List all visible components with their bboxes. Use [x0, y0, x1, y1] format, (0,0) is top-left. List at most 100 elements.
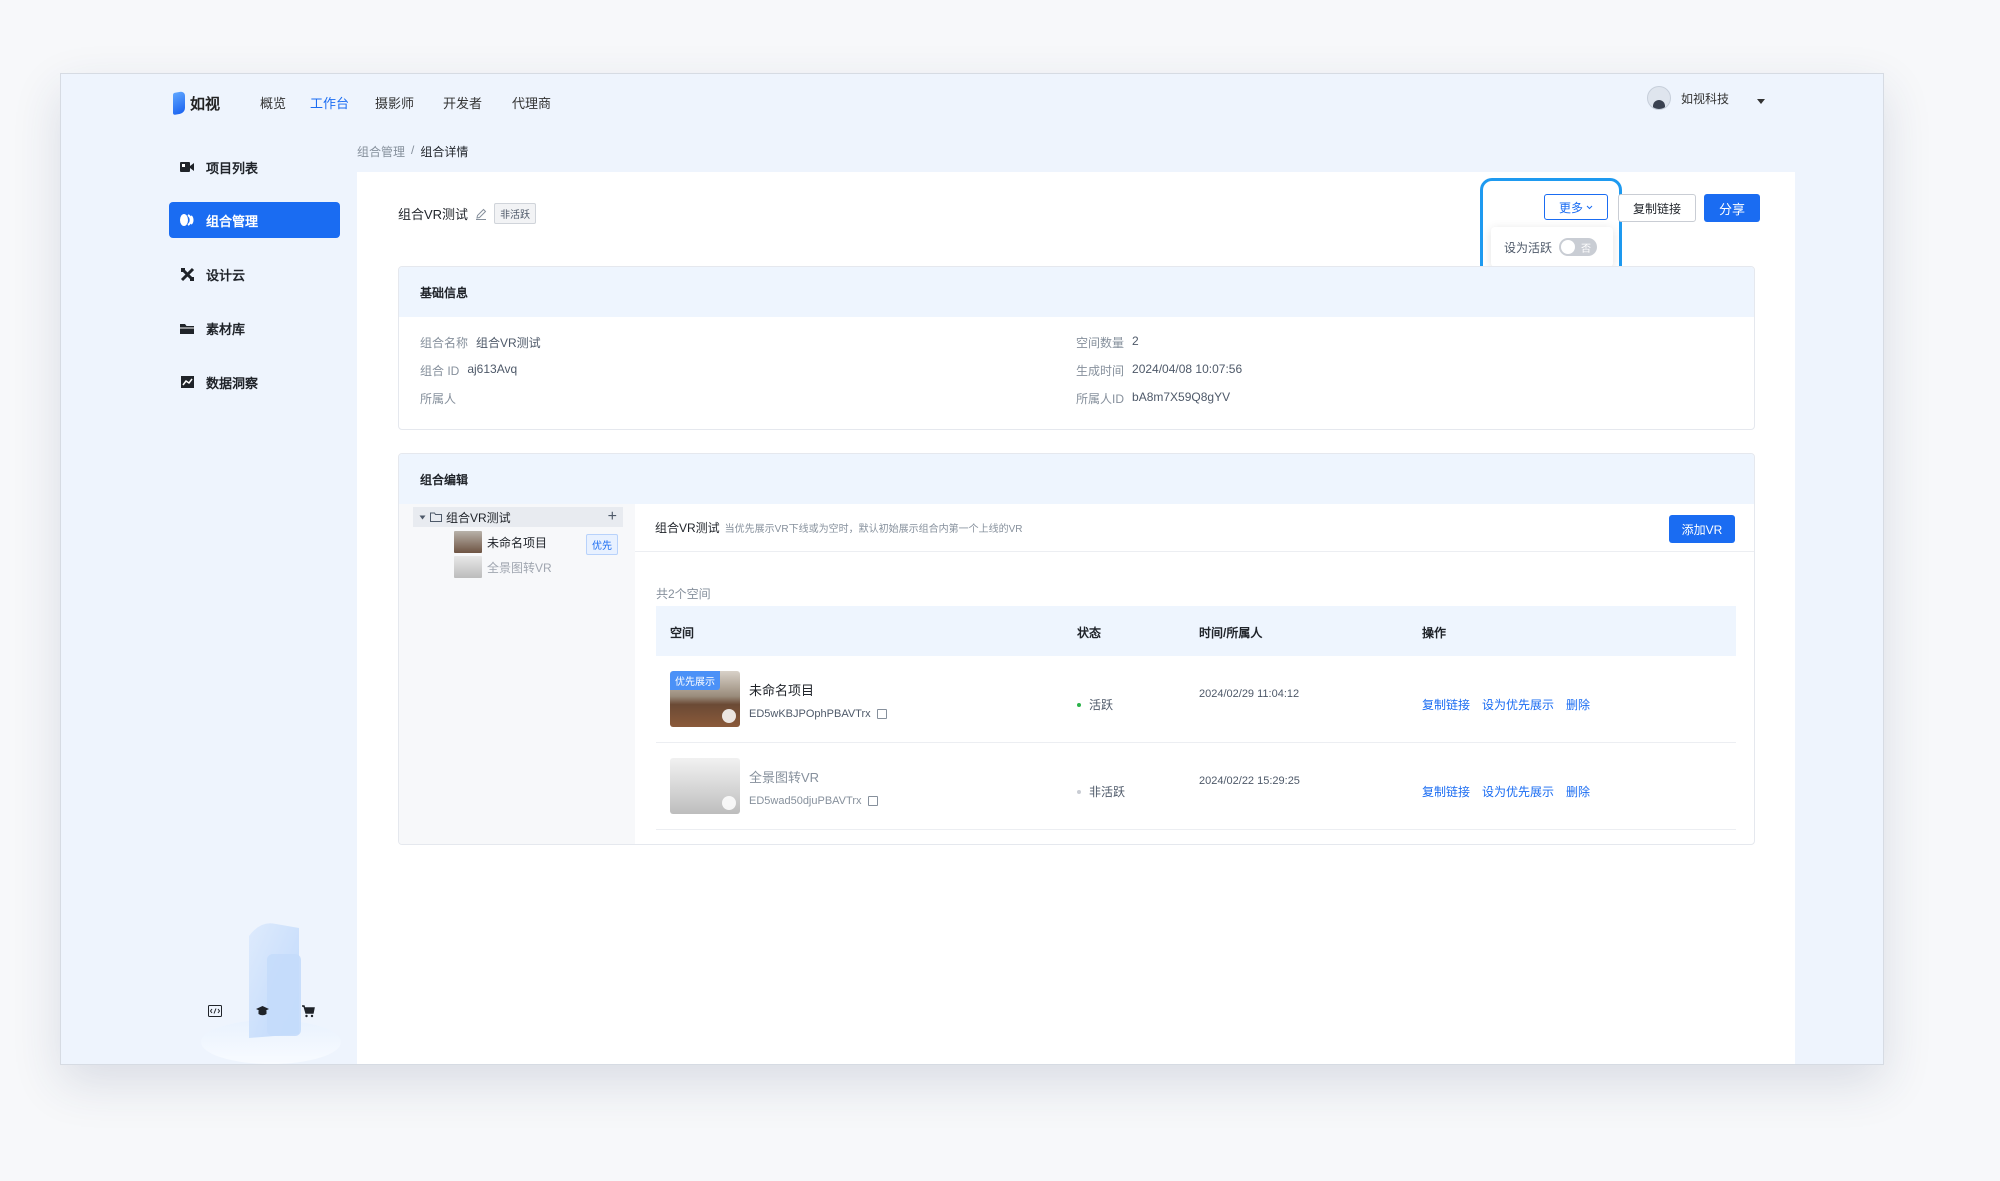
- status-text: 非活跃: [1089, 785, 1126, 799]
- status-cell: 非活跃: [1077, 783, 1125, 800]
- column-header-actions: 操作: [1422, 626, 1447, 640]
- sidebar-item-label: 设计云: [206, 267, 246, 283]
- code-icon[interactable]: [206, 1002, 224, 1020]
- copy-link-button[interactable]: 复制链接: [1618, 194, 1696, 222]
- design-tools-icon: [179, 266, 195, 282]
- status-text: 活跃: [1089, 698, 1114, 712]
- chart-icon: [179, 374, 195, 390]
- tree-child-item[interactable]: 全景图转VR: [454, 556, 552, 578]
- breadcrumb-parent[interactable]: 组合管理: [357, 143, 405, 160]
- set-priority-action[interactable]: 设为优先展示: [1482, 696, 1554, 713]
- breadcrumb-separator: /: [411, 143, 415, 157]
- set-priority-action[interactable]: 设为优先展示: [1482, 783, 1554, 800]
- space-table: 空间 状态 时间/所属人 操作 优先展示 未命名项目 ED5wKBJPOphPB…: [656, 606, 1736, 830]
- share-button[interactable]: 分享: [1704, 194, 1760, 222]
- sidebar-decoration-illustration: [201, 923, 341, 1064]
- space-name: 未命名项目: [749, 683, 815, 698]
- basic-info-card: 基础信息 组合名称 组合VR测试 组合 ID aj613Avq 所属人 空间数量 2 …: [398, 266, 1755, 430]
- sidebar-item-data-insight[interactable]: 数据洞察: [169, 364, 340, 400]
- add-icon[interactable]: +: [608, 507, 617, 527]
- status-badge: 非活跃: [494, 203, 537, 224]
- status-dot-icon: [1077, 789, 1081, 794]
- row-actions: 复制链接 设为优先展示 删除: [1422, 696, 1590, 713]
- info-owner-id: 所属人ID bA8m7X59Q8gYV: [1076, 390, 1231, 406]
- nav-item-developer[interactable]: 开发者: [443, 93, 482, 112]
- tree-child-label: 未命名项目: [487, 535, 548, 550]
- nav-item-photographer[interactable]: 摄影师: [375, 93, 414, 112]
- table-row: 优先展示 未命名项目 ED5wKBJPOphPBAVTrx 活跃 2024/02…: [656, 656, 1736, 743]
- chevron-down-icon: [1757, 98, 1765, 104]
- tree-child-label: 全景图转VR: [487, 560, 552, 575]
- space-id: ED5wad50djuPBAVTrx: [749, 795, 878, 807]
- tree-thumbnail: [454, 531, 482, 553]
- space-count-text: 共2个空间: [656, 587, 711, 601]
- status-cell: 活跃: [1077, 696, 1113, 713]
- main-panel: 组合VR测试 非活跃 更多 复制链接 分享 设为活跃 否 基础信息 组合名称 组合…: [357, 172, 1795, 1064]
- info-space-count: 空间数量 2: [1076, 334, 1139, 350]
- sidebar-item-label: 数据洞察: [206, 375, 259, 391]
- more-button[interactable]: 更多: [1544, 194, 1608, 220]
- logo[interactable]: 如视: [173, 90, 220, 116]
- user-menu[interactable]: 如视科技: [1646, 86, 1765, 110]
- set-active-label: 设为活跃: [1504, 240, 1553, 255]
- cart-icon[interactable]: [299, 1002, 317, 1020]
- folder-icon: [179, 320, 195, 336]
- edit-panel-title: 组合VR测试: [655, 521, 720, 535]
- vr-tree: 组合VR测试 + 未命名项目 优先 全景图转VR: [399, 504, 635, 844]
- basic-info-title: 基础信息: [399, 267, 1754, 317]
- edit-panel-header: 组合VR测试 当优先展示VR下线或为空时，默认初始展示组合内第一个上线的VR 添…: [635, 504, 1754, 552]
- tree-root-item[interactable]: 组合VR测试 +: [413, 507, 623, 527]
- sidebar-item-design-cloud[interactable]: 设计云: [169, 256, 340, 292]
- tree-thumbnail: [454, 556, 482, 578]
- table-header: 空间 状态 时间/所属人 操作: [656, 606, 1736, 656]
- tree-root-label: 组合VR测试: [446, 510, 511, 525]
- delete-action[interactable]: 删除: [1566, 696, 1590, 713]
- app-window: 如视 概览 工作台 摄影师 开发者 代理商 如视科技 项目列表 组合管理 设计云: [60, 73, 1884, 1065]
- vr-icon: [722, 709, 736, 723]
- edit-icon[interactable]: [474, 207, 488, 221]
- add-vr-button[interactable]: 添加VR: [1669, 515, 1735, 543]
- copy-icon[interactable]: [876, 709, 887, 719]
- folder-icon: [430, 512, 442, 522]
- column-header-time-owner: 时间/所属人: [1199, 626, 1263, 640]
- space-thumbnail[interactable]: 优先展示: [670, 671, 740, 727]
- table-row: 全景图转VR ED5wad50djuPBAVTrx 非活跃 2024/02/22…: [656, 743, 1736, 830]
- combine-edit-card: 组合编辑 组合VR测试 + 未命名项目 优先 全景图转VR 组合VR测试 当优先…: [398, 453, 1755, 845]
- column-header-space: 空间: [670, 626, 695, 640]
- sidebar-item-project-list[interactable]: 项目列表: [169, 149, 340, 185]
- toggle-text: 否: [1581, 244, 1592, 255]
- vr-icon: [722, 796, 736, 810]
- time-text: 2024/02/22 15:29:25: [1199, 775, 1300, 787]
- delete-action[interactable]: 删除: [1566, 783, 1590, 800]
- tree-child-item[interactable]: 未命名项目: [454, 531, 547, 553]
- priority-badge: 优先: [586, 534, 618, 555]
- video-icon: [179, 159, 195, 175]
- caret-down-icon[interactable]: [419, 515, 426, 520]
- edit-panel-hint: 当优先展示VR下线或为空时，默认初始展示组合内第一个上线的VR: [724, 524, 1023, 535]
- copy-link-action[interactable]: 复制链接: [1422, 696, 1470, 713]
- breadcrumb-current: 组合详情: [420, 145, 469, 159]
- graduation-cap-icon[interactable]: [253, 1002, 271, 1020]
- more-button-label: 更多: [1558, 200, 1583, 215]
- combine-edit-title: 组合编辑: [399, 454, 1754, 504]
- copy-link-action[interactable]: 复制链接: [1422, 783, 1470, 800]
- nav-item-workbench[interactable]: 工作台: [310, 93, 349, 112]
- row-actions: 复制链接 设为优先展示 删除: [1422, 783, 1590, 800]
- info-group-id: 组合 ID aj613Avq: [420, 362, 518, 378]
- avatar: [1646, 86, 1671, 110]
- space-id: ED5wKBJPOphPBAVTrx: [749, 708, 887, 720]
- page-title: 组合VR测试: [398, 207, 469, 222]
- nav-item-agent[interactable]: 代理商: [512, 93, 551, 112]
- sidebar-item-material-library[interactable]: 素材库: [169, 310, 340, 346]
- space-thumbnail[interactable]: [670, 758, 740, 814]
- info-owner: 所属人: [420, 392, 457, 406]
- sidebar-item-label: 组合管理: [206, 213, 259, 229]
- breadcrumb: 组合管理 / 组合详情: [357, 143, 468, 160]
- sidebar-item-combine-management[interactable]: 组合管理: [169, 202, 340, 238]
- nav-item-overview[interactable]: 概览: [260, 93, 286, 112]
- copy-icon[interactable]: [867, 796, 878, 806]
- logo-mark-icon: [173, 90, 185, 116]
- more-dropdown: 设为活跃 否: [1491, 227, 1613, 267]
- active-toggle[interactable]: 否: [1559, 238, 1598, 256]
- space-name: 全景图转VR: [749, 770, 820, 785]
